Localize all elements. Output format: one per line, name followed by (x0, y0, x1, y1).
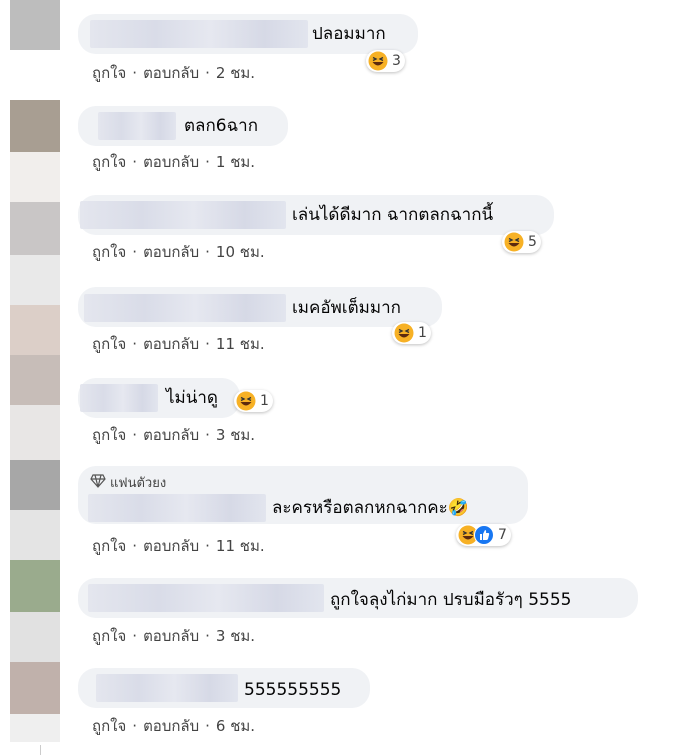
reply-link[interactable]: ตอบกลับ (143, 426, 199, 444)
separator-dot: · (132, 243, 138, 261)
commenter-name-blurred[interactable] (84, 294, 286, 322)
comment-timestamp[interactable]: 11 ชม. (216, 537, 265, 555)
comment-text: เล่นได้ดีมาก ฉากตลกฉากนี้ (292, 205, 494, 225)
comment-text: ปลอมมาก (312, 24, 386, 44)
reply-link[interactable]: ตอบกลับ (143, 64, 199, 82)
reaction-summary[interactable]: 3 (366, 50, 405, 72)
commenter-name-blurred[interactable] (96, 674, 238, 702)
comment-timestamp[interactable]: 6 ชม. (216, 717, 255, 735)
comment-timestamp[interactable]: 3 ชม. (216, 426, 255, 444)
avatar[interactable] (10, 612, 60, 662)
separator-dot: · (132, 426, 138, 444)
comment-text: ไม่น่าดู (166, 388, 218, 408)
like-link[interactable]: ถูกใจ (92, 153, 126, 171)
commenter-name-blurred[interactable] (88, 494, 266, 522)
avatar[interactable] (10, 560, 60, 612)
diamond-icon (90, 473, 106, 492)
laugh-emoji-icon (504, 232, 524, 252)
avatar[interactable] (10, 714, 60, 742)
fan-badge-label: แฟนตัวยง (110, 476, 167, 491)
like-link[interactable]: ถูกใจ (92, 335, 126, 353)
comment-actions: ถูกใจ · ตอบกลับ · 3 ชม. (92, 426, 255, 444)
commenter-name-blurred[interactable] (88, 584, 324, 612)
separator-dot: · (205, 627, 210, 645)
reaction-count: 5 (528, 234, 537, 250)
comment-actions: ถูกใจ · ตอบกลับ · 10 ชม. (92, 243, 265, 261)
thread-line (40, 745, 41, 755)
comment-actions: ถูกใจ · ตอบกลับ · 3 ชม. (92, 627, 255, 645)
comment-text: ตลก6ฉาก (184, 116, 258, 136)
comment-actions: ถูกใจ · ตอบกลับ · 2 ชม. (92, 64, 255, 82)
reaction-summary[interactable]: 1 (234, 390, 273, 412)
avatar[interactable] (10, 355, 60, 405)
like-link[interactable]: ถูกใจ (92, 426, 126, 444)
comment-text: ถูกใจลุงไก่มาก ปรบมือรัวๆ 5555 (330, 590, 572, 610)
avatar[interactable] (10, 255, 60, 305)
separator-dot: · (132, 153, 138, 171)
like-link[interactable]: ถูกใจ (92, 537, 126, 555)
avatar[interactable] (10, 305, 60, 355)
reaction-summary[interactable]: 5 (502, 231, 541, 253)
comment-timestamp[interactable]: 3 ชม. (216, 627, 255, 645)
like-link[interactable]: ถูกใจ (92, 627, 126, 645)
separator-dot: · (132, 627, 138, 645)
avatar[interactable] (10, 405, 60, 460)
commenter-name-blurred[interactable] (80, 384, 158, 412)
like-link[interactable]: ถูกใจ (92, 64, 126, 82)
comment-text: เมคอัพเต็มมาก (292, 298, 401, 318)
reaction-count: 7 (498, 527, 507, 543)
reaction-count: 3 (392, 53, 401, 69)
separator-dot: · (132, 64, 138, 82)
separator-dot: · (205, 335, 210, 353)
separator-dot: · (205, 153, 210, 171)
separator-dot: · (132, 335, 138, 353)
avatar[interactable] (10, 460, 60, 510)
separator-dot: · (205, 537, 210, 555)
reply-link[interactable]: ตอบกลับ (143, 243, 199, 261)
avatar[interactable] (10, 510, 60, 560)
separator-dot: · (132, 717, 138, 735)
reaction-summary[interactable]: 7 (456, 524, 511, 546)
comment-timestamp[interactable]: 10 ชม. (216, 243, 265, 261)
reply-link[interactable]: ตอบกลับ (143, 537, 199, 555)
comment-actions: ถูกใจ · ตอบกลับ · 6 ชม. (92, 717, 255, 735)
comment-actions: ถูกใจ · ตอบกลับ · 1 ชม. (92, 153, 255, 171)
reaction-summary[interactable]: 1 (392, 322, 431, 344)
laugh-emoji-icon (394, 323, 414, 343)
separator-dot: · (205, 243, 210, 261)
reply-link[interactable]: ตอบกลับ (143, 335, 199, 353)
top-fan-badge[interactable]: แฟนตัวยง (90, 472, 166, 493)
comment-timestamp[interactable]: 11 ชม. (216, 335, 265, 353)
reply-link[interactable]: ตอบกลับ (143, 627, 199, 645)
commenter-name-blurred[interactable] (98, 112, 176, 140)
comment-actions: ถูกใจ · ตอบกลับ · 11 ชม. (92, 335, 265, 353)
comment-text: ละครหรือตลกหกฉากคะ🤣 (272, 498, 469, 518)
avatar[interactable] (10, 0, 60, 50)
comment-timestamp[interactable]: 1 ชม. (216, 153, 255, 171)
commenter-name-blurred[interactable] (80, 201, 286, 229)
like-thumb-icon (474, 525, 494, 545)
laugh-emoji-icon (368, 51, 388, 71)
avatar[interactable] (10, 100, 60, 152)
reply-link[interactable]: ตอบกลับ (143, 717, 199, 735)
reaction-count: 1 (260, 393, 269, 409)
comment-text: 555555555 (244, 680, 342, 700)
reaction-count: 1 (418, 325, 427, 341)
commenter-name-blurred[interactable] (90, 20, 308, 48)
comment-actions: ถูกใจ · ตอบกลับ · 11 ชม. (92, 537, 265, 555)
separator-dot: · (205, 717, 210, 735)
separator-dot: · (132, 537, 138, 555)
avatar[interactable] (10, 662, 60, 714)
separator-dot: · (205, 64, 210, 82)
reply-link[interactable]: ตอบกลับ (143, 153, 199, 171)
laugh-emoji-icon (236, 391, 256, 411)
like-link[interactable]: ถูกใจ (92, 717, 126, 735)
separator-dot: · (205, 426, 210, 444)
like-link[interactable]: ถูกใจ (92, 243, 126, 261)
comment-timestamp[interactable]: 2 ชม. (216, 64, 255, 82)
avatar[interactable] (10, 152, 60, 202)
avatar[interactable] (10, 202, 60, 255)
